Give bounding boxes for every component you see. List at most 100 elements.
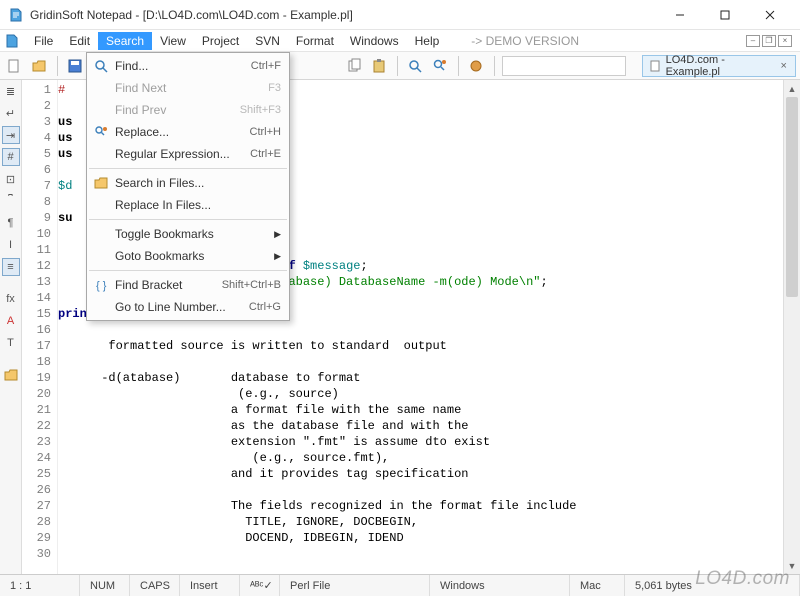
code-line: as the database file and with the <box>58 418 783 434</box>
menu-item-replace-in-files[interactable]: Replace In Files... <box>87 194 289 216</box>
menu-item-toggle-bookmarks[interactable]: Toggle Bookmarks▶ <box>87 223 289 245</box>
save-button[interactable] <box>65 55 86 77</box>
toolbar-separator <box>494 56 495 76</box>
line-number: 27 <box>22 498 57 514</box>
side-tabs-icon[interactable]: ⇥ <box>2 126 20 144</box>
code-line: The fields recognized in the format file… <box>58 498 783 514</box>
side-font-icon[interactable]: A <box>2 312 20 330</box>
menu-item-shortcut: Shift+F3 <box>240 104 281 116</box>
menu-item-find-next: Find NextF3 <box>87 77 289 99</box>
minimize-button[interactable] <box>657 1 702 29</box>
menu-item-replace[interactable]: Replace...Ctrl+H <box>87 121 289 143</box>
status-caps: CAPS <box>130 575 180 596</box>
code-line <box>58 482 783 498</box>
menu-item-goto-bookmarks[interactable]: Goto Bookmarks▶ <box>87 245 289 267</box>
status-insert: Insert <box>180 575 240 596</box>
menu-item-regular-expression[interactable]: Regular Expression...Ctrl+E <box>87 143 289 165</box>
side-wordwrap-icon[interactable]: ↵ <box>2 104 20 122</box>
menu-item-label: Replace... <box>111 125 250 139</box>
document-tab[interactable]: LO4D.com - Example.pl × <box>642 55 796 77</box>
line-gutter: 1234567891011121314151617181920212223242… <box>22 80 58 574</box>
open-file-button[interactable] <box>29 55 50 77</box>
menu-help[interactable]: Help <box>407 32 448 50</box>
folder-search-icon <box>91 176 111 190</box>
menu-item-search-in-files[interactable]: Search in Files... <box>87 172 289 194</box>
mdi-minimize-button[interactable]: – <box>746 35 760 47</box>
code-line: (e.g., source.fmt), <box>58 450 783 466</box>
line-number: 23 <box>22 434 57 450</box>
mdi-close-button[interactable]: × <box>778 35 792 47</box>
demo-label: -> DEMO VERSION <box>471 34 579 48</box>
paste-button[interactable] <box>369 55 390 77</box>
statusbar: 1 : 1 NUM CAPS Insert ᴬᴮᶜ✓ Perl File Win… <box>0 574 800 596</box>
maximize-button[interactable] <box>702 1 747 29</box>
menu-project[interactable]: Project <box>194 32 247 50</box>
line-number: 8 <box>22 194 57 210</box>
line-number: 13 <box>22 274 57 290</box>
line-number: 29 <box>22 530 57 546</box>
menu-item-shortcut: Ctrl+F <box>251 60 281 72</box>
window-controls <box>657 1 792 29</box>
line-number: 7 <box>22 178 57 194</box>
menu-item-shortcut: F3 <box>268 82 281 94</box>
menu-item-label: Go to Line Number... <box>111 300 249 314</box>
line-number: 12 <box>22 258 57 274</box>
menu-windows[interactable]: Windows <box>342 32 407 50</box>
find-button[interactable] <box>405 55 426 77</box>
menu-item-go-to-line-number[interactable]: Go to Line Number...Ctrl+G <box>87 296 289 318</box>
line-number: 21 <box>22 402 57 418</box>
scroll-thumb[interactable] <box>786 97 798 297</box>
menu-item-label: Find Bracket <box>111 278 222 292</box>
menu-separator <box>89 270 287 271</box>
side-folder-icon[interactable] <box>2 366 20 384</box>
side-invisible-icon[interactable]: ⊡ <box>2 170 20 188</box>
line-number: 25 <box>22 466 57 482</box>
menu-item-label: Goto Bookmarks <box>111 249 274 263</box>
document-icon <box>649 60 661 72</box>
side-ruler-icon[interactable]: ⎴ <box>2 192 20 210</box>
toolbar-combo[interactable] <box>502 56 626 76</box>
side-text-icon[interactable]: T <box>2 334 20 352</box>
tab-close-button[interactable]: × <box>781 60 787 72</box>
side-hash-icon[interactable]: # <box>2 148 20 166</box>
copy-button[interactable] <box>344 55 365 77</box>
side-indent-icon[interactable]: ≣ <box>2 82 20 100</box>
menubar: File Edit Search View Project SVN Format… <box>0 30 800 52</box>
menu-item-label: Toggle Bookmarks <box>111 227 274 241</box>
new-file-button[interactable] <box>4 55 25 77</box>
menu-file[interactable]: File <box>26 32 61 50</box>
line-number: 11 <box>22 242 57 258</box>
menu-edit[interactable]: Edit <box>61 32 98 50</box>
vertical-scrollbar[interactable]: ▲ ▼ <box>783 80 800 574</box>
close-button[interactable] <box>747 1 792 29</box>
menu-format[interactable]: Format <box>288 32 342 50</box>
code-line: DOCEND, IDBEGIN, IDEND <box>58 530 783 546</box>
code-line: formatted source is written to standard … <box>58 338 783 354</box>
menu-view[interactable]: View <box>152 32 194 50</box>
side-cursor-icon[interactable]: I <box>2 236 20 254</box>
macro-button[interactable] <box>466 55 487 77</box>
menu-item-label: Find Next <box>111 81 268 95</box>
mdi-restore-button[interactable]: ❐ <box>762 35 776 47</box>
line-number: 26 <box>22 482 57 498</box>
scroll-up-button[interactable]: ▲ <box>784 80 800 97</box>
submenu-arrow-icon: ▶ <box>274 251 281 262</box>
window-title: GridinSoft Notepad - [D:\LO4D.com\LO4D.c… <box>30 8 657 22</box>
side-lines-icon[interactable]: ≡ <box>2 258 20 276</box>
menu-item-find-bracket[interactable]: { }Find BracketShift+Ctrl+B <box>87 274 289 296</box>
toolbar-separator <box>57 56 58 76</box>
line-number: 4 <box>22 130 57 146</box>
side-pilcrow-icon[interactable]: ¶ <box>2 214 20 232</box>
side-fx-icon[interactable]: fx <box>2 290 20 308</box>
menu-item-label: Find Prev <box>111 103 240 117</box>
menu-svn[interactable]: SVN <box>247 32 288 50</box>
menu-item-label: Replace In Files... <box>111 198 281 212</box>
app-menu-icon <box>4 33 20 49</box>
app-icon <box>8 7 24 23</box>
menu-item-find[interactable]: Find...Ctrl+F <box>87 55 289 77</box>
menu-search[interactable]: Search <box>98 32 152 50</box>
replace-icon <box>91 125 111 139</box>
line-number: 22 <box>22 418 57 434</box>
replace-button[interactable] <box>430 55 451 77</box>
document-tab-label: LO4D.com - Example.pl <box>666 54 776 78</box>
